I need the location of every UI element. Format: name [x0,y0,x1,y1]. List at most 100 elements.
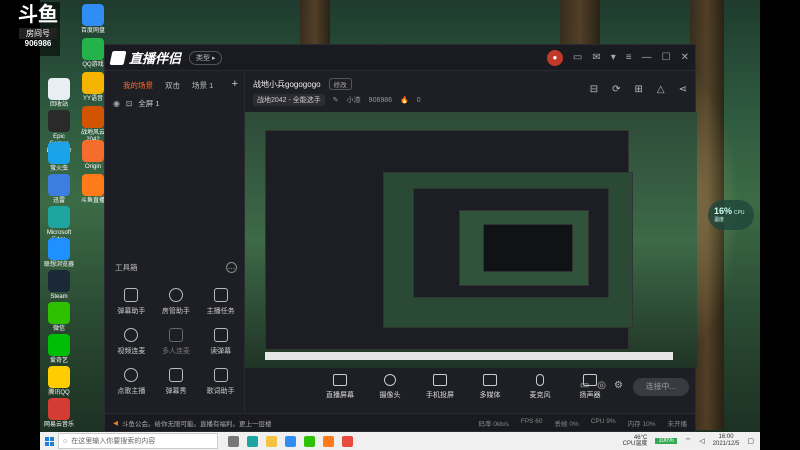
microphone-button[interactable]: 麦克风 [523,374,557,400]
desktop-icon-label: 微信 [52,326,65,332]
desktop-icon[interactable]: 网易云音乐 [44,398,74,429]
tool-danmu-assistant[interactable]: 弹幕助手 [109,284,154,316]
desktop-icon[interactable]: 萤火虫 [44,142,74,173]
live-status: 未开播 [667,420,688,428]
shirt-icon[interactable]: ▾ [611,52,616,63]
share-icon[interactable]: ⋖ [679,84,687,95]
edit-title-button[interactable]: 修改 [328,78,352,90]
pencil-icon[interactable]: ✎ [333,96,339,104]
tool-song-request[interactable]: 点歌主播 [109,364,154,396]
wechat-icon[interactable] [304,435,315,447]
go-live-button[interactable]: 连接中... [633,378,689,396]
host-id: 906986 [368,96,393,104]
add-scene-icon[interactable]: + [232,78,238,90]
desktop-icon[interactable]: 百度网盘 [78,4,108,35]
start-button[interactable] [40,432,58,450]
settings-icon[interactable]: ⚙ [614,380,623,391]
network-icon[interactable]: ⌔ [685,437,692,446]
desktop-icon[interactable]: 微信 [44,302,74,333]
action-label: 多媒体 [479,392,501,399]
stream-preview[interactable] [245,112,697,368]
scene-item[interactable]: ◉ ⊡ 全屏 1 [105,95,244,112]
cpu-stat: CPU 9% [590,417,616,425]
search-box[interactable]: ○ 在这里输入你要搜索的内容 [58,433,218,449]
minimize-icon[interactable]: — [642,52,652,63]
desktop-icon[interactable]: 联想浏览器 [44,238,74,269]
maximize-icon[interactable]: ☐ [662,52,671,63]
category-tag[interactable]: 战地2042 - 全能选手 [253,94,325,106]
nested-preview [483,224,573,272]
tool-lyrics[interactable]: 歌词助手 [198,364,243,396]
desktop-icon[interactable]: 腾讯QQ [44,366,74,397]
eye-icon[interactable]: ◉ [113,99,120,108]
desktop-icon-label: 腾讯QQ [48,390,70,396]
store-icon[interactable] [285,435,296,447]
clock[interactable]: 16:00 2021/12/5 [713,434,740,448]
tool-video-link[interactable]: 视频连麦 [109,324,154,356]
live-companion-icon[interactable] [342,435,353,447]
tool-read-danmu[interactable]: 读弹幕 [198,324,243,356]
gift-icon[interactable]: ⊞ [635,84,643,95]
action-label: 扬声器 [579,392,601,399]
search-placeholder: 在这里输入你要搜索的内容 [71,438,156,445]
cpu-widget[interactable]: 16% CPU温度 [708,200,754,230]
app-icon [48,174,70,196]
tab-double[interactable]: 双击 [165,80,180,91]
screen-capture-button[interactable]: 直播屏幕 [323,374,357,400]
left-panel: 我的场景 双击 场景 1 + ◉ ⊡ 全屏 1 工具箱 … 弹幕助手 房管助手 … [105,72,245,431]
main-toolbar: ⊟ ⟳ ⊞ △ ⋖ [590,84,687,95]
volume-icon[interactable]: ◁ [699,437,704,445]
source-actions: 直播屏幕 摄像头 手机投屏 多媒体 麦克风 扬声器 [323,374,607,400]
notice-text[interactable]: 斗鱼公会。给你无限可能。直播有福利。更上一层楼 [122,418,272,428]
desktop-icon[interactable]: 爱奇艺 [44,334,74,365]
bell-icon[interactable]: △ [657,84,665,95]
desktop-icon[interactable]: 迅雷 [44,174,74,205]
tool-label: 主播任务 [206,308,235,315]
app-icon [48,206,70,228]
douyu-icon[interactable] [323,435,334,447]
action-label: 麦克风 [529,392,551,399]
record-icon[interactable]: ▭ [580,380,589,391]
rotate-icon[interactable]: ⟳ [612,84,620,95]
screen-icon[interactable]: ▭ [573,52,582,63]
fps-stat: FPS 60 [520,417,543,425]
video-link-icon [124,328,139,342]
desktop-icon[interactable]: 回收站 [44,78,74,109]
user-icon [168,288,183,302]
battery-indicator[interactable]: 100% [655,438,677,444]
close-icon[interactable]: ✕ [681,52,689,63]
tool-multi-link[interactable]: 多人连麦 [154,324,199,356]
search-icon: ○ [63,437,68,445]
nested-taskbar [265,352,673,360]
brand: 直播伴侣 [109,48,181,67]
tool-danmu-show[interactable]: 弹幕秀 [154,364,199,396]
more-icon[interactable]: … [226,262,237,273]
tab-my-scenes[interactable]: 我的场景 [123,80,153,91]
tab-scene-1[interactable]: 场景 1 [192,80,213,91]
camera-button[interactable]: 摄像头 [373,374,407,400]
app-icon [82,4,104,26]
notification-icon[interactable]: ▢ [747,437,754,445]
tool-room-manager[interactable]: 房管助手 [154,284,199,316]
tool-label: 点歌主播 [117,388,146,395]
message-icon[interactable]: ✉ [592,52,600,63]
title-bar: 直播伴侣 类型 ▸ ● ▭ ✉ ▾ ≡ — ☐ ✕ [105,45,695,71]
desktop-icon-label: 迅雷 [52,198,65,204]
task-view-icon[interactable] [228,435,239,447]
taskbar-apps [228,435,353,447]
stream-stats: 码率 0kb/s FPS 60 丢帧 0% CPU 9% 内存 10% 未开播 [479,418,688,428]
edge-icon[interactable] [247,435,258,447]
desktop-icon[interactable]: Steam [44,270,74,301]
lock-icon[interactable]: ⊟ [590,84,598,95]
folder-icon[interactable] [266,435,277,447]
type-button[interactable]: 类型 ▸ [189,50,223,65]
tool-host-tasks[interactable]: 主播任务 [198,284,243,316]
menu-icon[interactable]: ≡ [626,52,632,63]
media-button[interactable]: 多媒体 [473,374,507,400]
tool-label: 视频连麦 [117,348,146,355]
avatar[interactable]: ● [546,49,563,66]
cpu-temp[interactable]: 46°C CPU温度 [623,435,648,447]
phone-cast-button[interactable]: 手机投屏 [423,374,457,400]
eye-icon[interactable]: ◎ [597,380,606,391]
lock-icon[interactable]: ⊡ [126,99,132,108]
